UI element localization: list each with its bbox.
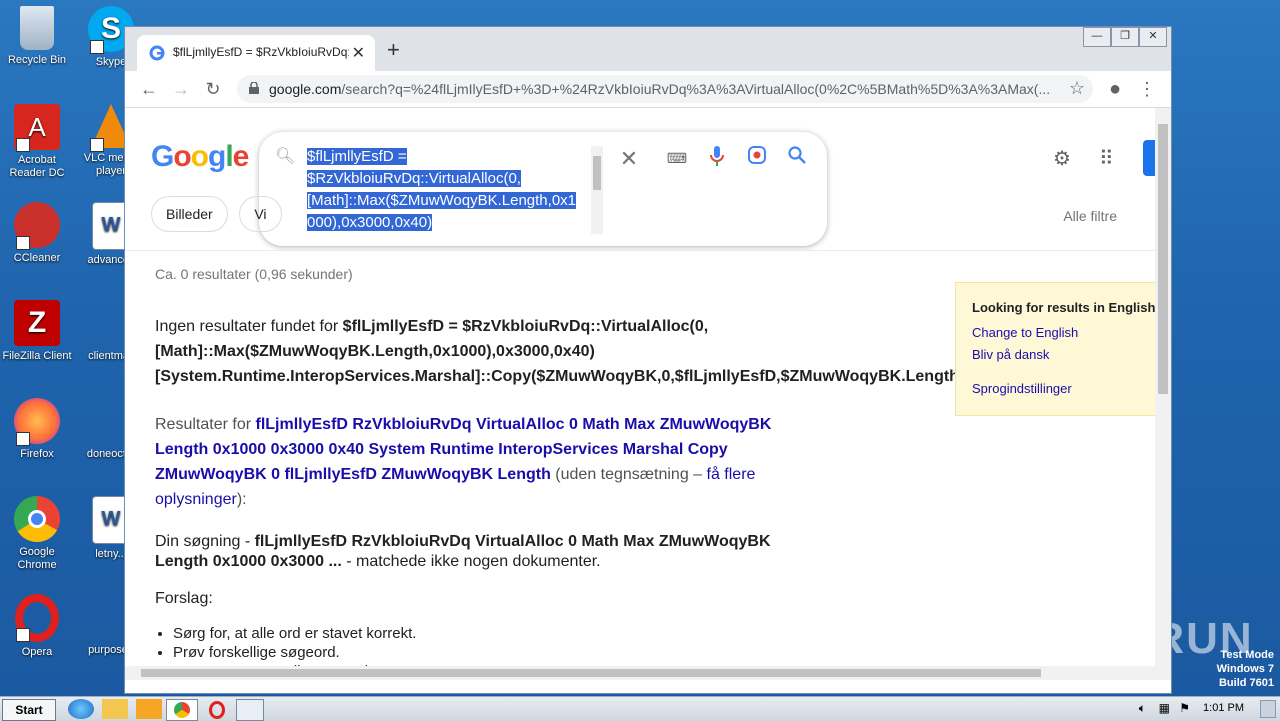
chrome-icon[interactable]: Google Chrome [0, 496, 74, 572]
notepad-taskbar-icon[interactable] [236, 699, 264, 721]
test-mode-label: Test Mode Windows 7 Build 7601 [1216, 649, 1274, 689]
google-lens-icon[interactable] [745, 146, 769, 169]
sign-in-button[interactable] [1143, 140, 1155, 176]
media-player-taskbar-icon[interactable] [136, 699, 162, 719]
all-filters-button[interactable]: Alle filtre [1063, 208, 1117, 224]
search-filter-chips: Billeder Vi [151, 196, 290, 232]
clear-search-icon[interactable]: ✕ [617, 146, 641, 172]
bookmark-star-icon[interactable]: ☆ [1069, 78, 1085, 99]
network-icon[interactable]: ▦ [1159, 701, 1170, 715]
apps-grid-icon[interactable]: ⠿ [1099, 146, 1114, 171]
minimize-button[interactable]: — [1083, 27, 1111, 47]
keyboard-icon[interactable]: ⌨ [665, 150, 689, 167]
tab-strip: $flLjmllyEsfD = $RzVkbIoiuRvDq::Vi ✕ + —… [125, 27, 1171, 71]
address-bar[interactable]: google.com/search?q=%24flLjmIlyEsfD+%3D+… [237, 75, 1093, 103]
browser-tab[interactable]: $flLjmllyEsfD = $RzVkbIoiuRvDq::Vi ✕ [137, 35, 375, 71]
query-scrollbar[interactable] [591, 146, 603, 234]
back-icon[interactable]: ← [137, 77, 161, 101]
profile-icon[interactable]: ● [1103, 77, 1127, 101]
settings-gear-icon[interactable]: ⚙ [1053, 146, 1071, 171]
reload-icon[interactable]: ↻ [201, 77, 225, 101]
search-query-text[interactable]: $flLjmllyEsfD = $RzVkbloiuRvDq::VirtualA… [307, 146, 589, 236]
list-item: Prøv forskellige søgeord. [173, 643, 416, 662]
search-box[interactable]: 🔍︎ $flLjmllyEsfD = $RzVkbloiuRvDq::Virtu… [259, 132, 827, 246]
opera-taskbar-icon[interactable] [204, 699, 230, 719]
horizontal-scrollbar[interactable] [125, 666, 1155, 680]
results-for-message: Resultater for flLjmllyEsfD RzVkbloiuRvD… [155, 416, 772, 508]
ccleaner-icon[interactable]: CCleaner [0, 202, 74, 265]
search-submit-icon[interactable] [785, 146, 809, 169]
language-heading: Looking for results in English? [972, 300, 1155, 315]
chrome-window: $flLjmllyEsfD = $RzVkbIoiuRvDq::Vi ✕ + —… [124, 26, 1172, 694]
tab-title: $flLjmllyEsfD = $RzVkbIoiuRvDq::Vi [173, 45, 349, 59]
change-to-english-link[interactable]: Change to English [972, 325, 1078, 340]
restore-button[interactable]: ❐ [1111, 27, 1139, 47]
taskbar-clock[interactable]: 1:01 PM [1203, 702, 1244, 714]
no-results-message: Ingen resultater fundet for $flLjmllyEsf… [155, 318, 965, 385]
google-logo[interactable]: Google [151, 140, 249, 174]
url-text: google.com/search?q=%24flLjmIlyEsfD+%3D+… [269, 81, 1051, 97]
explorer-taskbar-icon[interactable] [102, 699, 128, 719]
list-item: Sørg for, at alle ord er stavet korrekt. [173, 624, 416, 643]
forward-icon[interactable]: → [169, 77, 193, 101]
google-favicon-icon [149, 45, 165, 61]
show-desktop-button[interactable] [1260, 700, 1276, 718]
microphone-icon[interactable] [705, 146, 729, 171]
menu-icon[interactable]: ⋮ [1135, 77, 1159, 101]
language-suggestion-box: Looking for results in English? Change t… [955, 282, 1155, 416]
your-search-message: Din søgning - flLjmllyEsfD RzVkbloiuRvDq… [155, 533, 771, 570]
chrome-taskbar-icon[interactable] [166, 699, 198, 721]
chip-videos[interactable]: Vi [239, 196, 282, 232]
stay-danish-link[interactable]: Bliv på dansk [972, 347, 1049, 362]
header-divider [125, 250, 1155, 251]
volume-icon[interactable]: 🔈︎ [1139, 701, 1146, 716]
firefox-icon[interactable]: Firefox [0, 398, 74, 461]
lock-icon [249, 82, 259, 94]
vertical-scrollbar[interactable] [1155, 108, 1171, 680]
new-tab-button[interactable]: + [387, 37, 400, 63]
browser-toolbar: ← → ↻ google.com/search?q=%24flLjmIlyEsf… [125, 71, 1171, 108]
action-center-flag-icon[interactable]: ⚑ [1179, 701, 1190, 715]
ie-taskbar-icon[interactable] [68, 699, 94, 719]
acrobat-reader-icon[interactable]: A Acrobat Reader DC [0, 104, 74, 180]
result-stats: Ca. 0 resultater (0,96 sekunder) [155, 266, 353, 282]
recycle-bin-icon[interactable]: Recycle Bin [0, 6, 74, 67]
suggestions-heading: Forslag: [155, 590, 213, 607]
filezilla-icon[interactable]: Z FileZilla Client [0, 300, 74, 363]
search-icon: 🔍︎ [275, 148, 296, 165]
close-window-button[interactable]: ✕ [1139, 27, 1167, 47]
start-button[interactable]: Start [2, 699, 56, 721]
language-settings-link[interactable]: Sprogindstillinger [972, 381, 1072, 396]
taskbar: Start 🔈︎ ▦ ⚑ 1:01 PM [0, 696, 1280, 721]
opera-icon[interactable]: Opera [0, 594, 74, 659]
tab-close-icon[interactable]: ✕ [352, 43, 365, 63]
page-content: Google 🔍︎ $flLjmllyEsfD = $RzVkbloiuRvDq… [125, 108, 1155, 680]
chip-images[interactable]: Billeder [151, 196, 228, 232]
